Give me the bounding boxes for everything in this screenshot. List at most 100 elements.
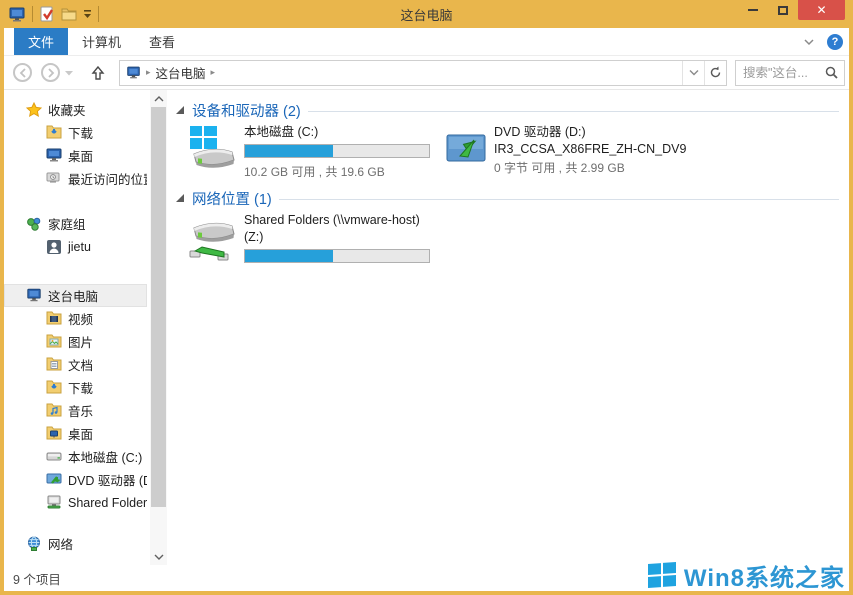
tab-computer[interactable]: 计算机 [68, 28, 135, 55]
sidebar-item-favorites[interactable]: 收藏夹 [4, 98, 147, 121]
sidebar-item-local-disk-c[interactable]: 本地磁盘 (C:) [4, 445, 147, 468]
windows-logo-icon [648, 562, 676, 589]
section-network-header[interactable]: 网络位置 (1) [176, 188, 839, 209]
sidebar-item-label: 下载 [68, 123, 93, 142]
sidebar-item-label: 家庭组 [48, 214, 86, 233]
scroll-down-icon[interactable] [150, 548, 167, 565]
sidebar-item-downloads-pc[interactable]: 下载 [4, 376, 147, 399]
sidebar-item-label: 本地磁盘 (C:) [68, 447, 142, 466]
explorer-body: 收藏夹 下载 桌面 最近访问的位置 家庭组 jietu [4, 90, 849, 565]
navigation-pane: 收藏夹 下载 桌面 最近访问的位置 家庭组 jietu [4, 90, 147, 565]
sidebar-item-jietu[interactable]: jietu [4, 235, 147, 258]
this-pc-icon [26, 288, 42, 304]
breadcrumb-arrow-icon[interactable]: ▸ [211, 67, 216, 78]
qat-customize-icon[interactable] [83, 10, 92, 18]
address-dropdown-icon[interactable] [682, 61, 704, 85]
drive-name: DVD 驱动器 (D:) [494, 124, 714, 141]
drive-name: Shared Folders (\\vmware-host) [244, 212, 436, 229]
tab-view[interactable]: 查看 [135, 28, 189, 55]
minimize-button[interactable] [738, 0, 768, 20]
dvd-drive-icon [46, 472, 62, 488]
help-icon[interactable]: ? [827, 34, 843, 50]
disk-usage-bar [244, 144, 430, 158]
documents-folder-icon [46, 357, 62, 373]
properties-icon[interactable] [39, 6, 55, 22]
desktop-folder-icon [46, 426, 62, 442]
search-icon[interactable] [825, 66, 844, 79]
download-folder-icon [46, 380, 62, 396]
section-title: 网络位置 (1) [192, 188, 272, 209]
scroll-up-icon[interactable] [150, 90, 167, 107]
sidebar-item-downloads[interactable]: 下载 [4, 121, 147, 144]
forward-button[interactable] [41, 63, 60, 82]
watermark-text: Win8系统之家 [684, 558, 845, 593]
sidebar-item-label: 音乐 [68, 401, 93, 420]
quick-access-toolbar [0, 6, 99, 22]
videos-folder-icon [46, 311, 62, 327]
sidebar-item-label: 文档 [68, 355, 93, 374]
sidebar-item-network[interactable]: 网络 [4, 532, 147, 555]
tab-file[interactable]: 文件 [14, 28, 68, 55]
new-folder-icon[interactable] [61, 7, 77, 21]
drive-tile-shared-z[interactable]: Shared Folders (\\vmware-host) (Z:) [188, 212, 436, 264]
recent-locations-icon[interactable] [65, 70, 73, 76]
drive-detail: 0 字节 可用 , 共 2.99 GB [494, 159, 714, 176]
qat-divider [98, 6, 99, 22]
items-count: 9 个项目 [13, 569, 61, 588]
sidebar-item-label: jietu [68, 240, 91, 254]
sidebar-item-label: 最近访问的位置 [68, 169, 147, 188]
sidebar-item-music[interactable]: 音乐 [4, 399, 147, 422]
sidebar-scrollbar[interactable] [150, 90, 167, 565]
sidebar-item-label: 这台电脑 [48, 286, 98, 305]
sidebar-item-label: 下载 [68, 378, 93, 397]
sidebar-item-this-pc[interactable]: 这台电脑 [4, 284, 147, 307]
section-title: 设备和驱动器 (2) [192, 100, 301, 121]
disc-label: IR3_CCSA_X86FRE_ZH-CN_DV9 [494, 141, 714, 158]
title-bar: 这台电脑 ✕ [0, 0, 853, 28]
breadcrumb-item-this-pc[interactable]: 这台电脑 [156, 63, 206, 82]
sidebar-item-label: 桌面 [68, 146, 93, 165]
back-button[interactable] [13, 63, 32, 82]
close-button[interactable]: ✕ [798, 0, 845, 20]
window-controls: ✕ [738, 0, 853, 20]
sidebar-item-label: 视频 [68, 309, 93, 328]
ribbon-collapse-icon[interactable] [803, 38, 815, 46]
recent-places-icon [46, 171, 62, 187]
sidebar-item-pictures[interactable]: 图片 [4, 330, 147, 353]
address-bar[interactable]: ▸ 这台电脑 ▸ [119, 60, 727, 86]
refresh-icon[interactable] [704, 61, 726, 85]
sidebar-item-desktop-pc[interactable]: 桌面 [4, 422, 147, 445]
qat-divider [32, 6, 33, 22]
scrollbar-thumb[interactable] [151, 107, 166, 507]
breadcrumb: ▸ 这台电脑 ▸ [120, 63, 682, 82]
breadcrumb-arrow-icon: ▸ [146, 67, 151, 78]
music-folder-icon [46, 403, 62, 419]
this-pc-icon [126, 66, 141, 79]
network-drive-icon [188, 218, 236, 264]
sidebar-item-documents[interactable]: 文档 [4, 353, 147, 376]
sidebar-item-dvd-drive-d[interactable]: DVD 驱动器 (D:) [4, 468, 147, 491]
section-devices-header[interactable]: 设备和驱动器 (2) [176, 100, 839, 121]
sidebar-item-label: DVD 驱动器 (D:) [68, 470, 147, 489]
window-title: 这台电脑 [0, 5, 853, 24]
sidebar-item-videos[interactable]: 视频 [4, 307, 147, 330]
drive-tile-local-disk-c[interactable]: 本地磁盘 (C:) 10.2 GB 可用 , 共 19.6 GB [188, 124, 436, 180]
drive-tile-dvd-d[interactable]: DVD 驱动器 (D:) IR3_CCSA_X86FRE_ZH-CN_DV9 0… [446, 124, 714, 176]
sidebar-item-label: 桌面 [68, 424, 93, 443]
collapse-triangle-icon [176, 106, 185, 115]
section-divider [279, 199, 839, 200]
drive-name: 本地磁盘 (C:) [244, 124, 436, 141]
sidebar-item-label: 图片 [68, 332, 93, 351]
content-pane: 设备和驱动器 (2) [170, 90, 849, 565]
disk-usage-bar [244, 249, 430, 263]
sidebar-item-recent-places[interactable]: 最近访问的位置 [4, 167, 147, 190]
collapse-triangle-icon [176, 194, 185, 203]
up-button[interactable] [91, 66, 105, 80]
sidebar-item-shared-folders[interactable]: Shared Folders [4, 491, 147, 514]
search-input[interactable] [736, 66, 825, 80]
sidebar-item-label: Shared Folders [68, 496, 147, 510]
maximize-button[interactable] [768, 0, 798, 20]
sidebar-item-homegroup[interactable]: 家庭组 [4, 212, 147, 235]
this-pc-icon [8, 7, 26, 22]
sidebar-item-desktop[interactable]: 桌面 [4, 144, 147, 167]
